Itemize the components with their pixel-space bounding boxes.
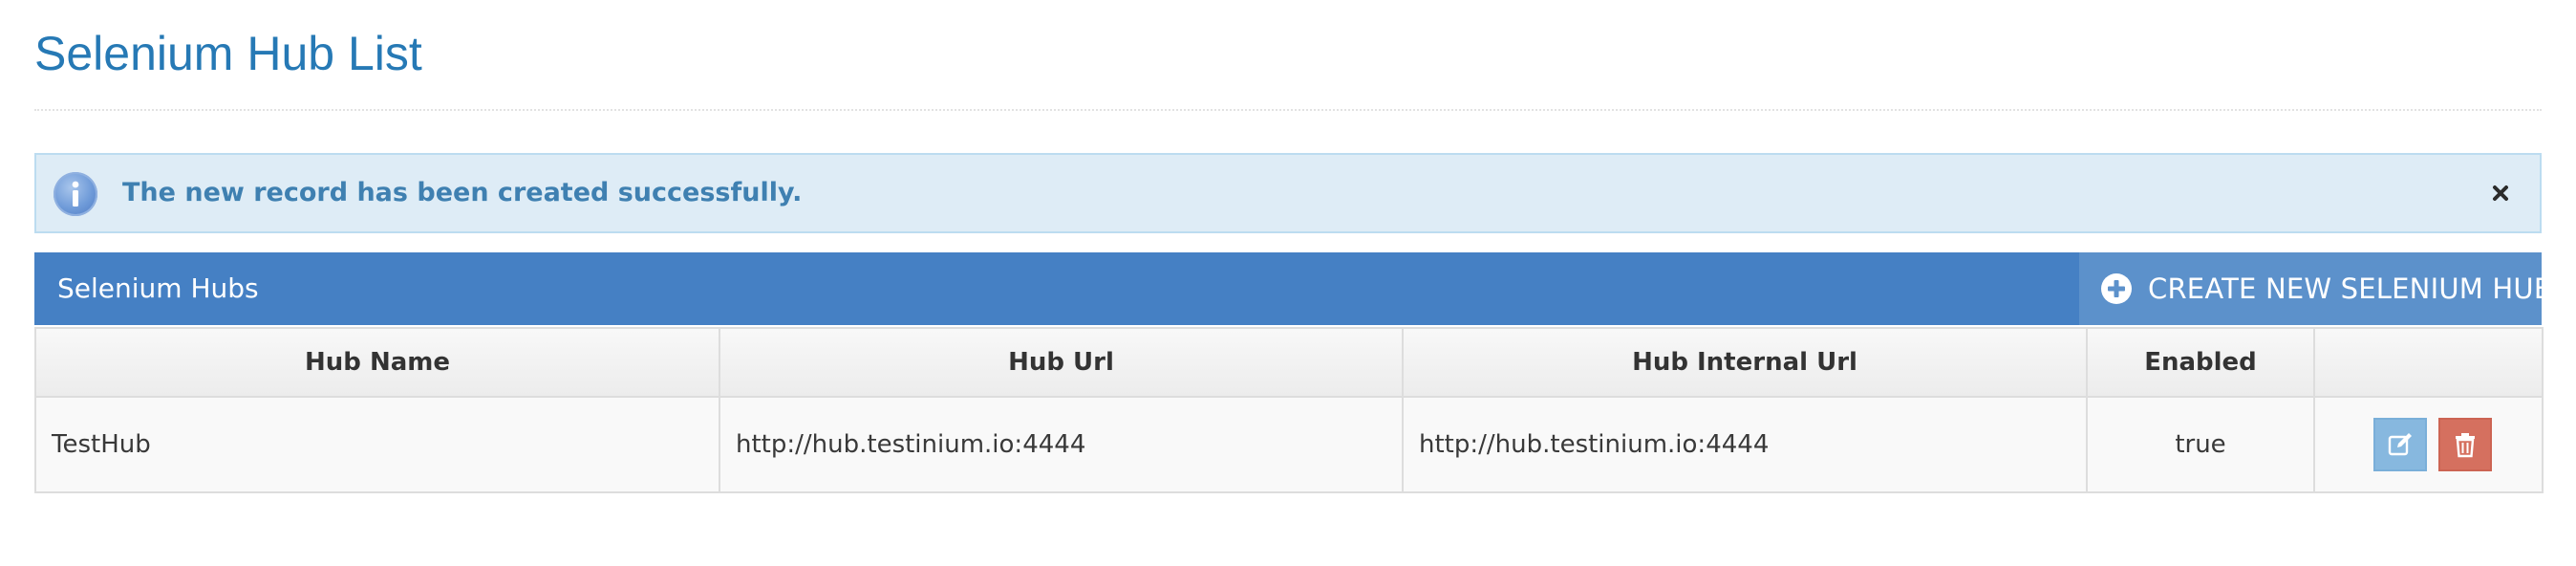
cell-hub-url: http://hub.testinium.io:4444 bbox=[719, 396, 1404, 493]
column-header-actions bbox=[2313, 327, 2544, 398]
cell-enabled: true bbox=[2086, 396, 2315, 493]
cell-hub-name: TestHub bbox=[34, 396, 720, 493]
page-title: Selenium Hub List bbox=[34, 27, 422, 80]
edit-icon bbox=[2388, 433, 2412, 456]
column-header-enabled: Enabled bbox=[2086, 327, 2315, 398]
table-header-row: Hub Name Hub Url Hub Internal Url Enable… bbox=[34, 327, 2544, 398]
success-alert: The new record has been created successf… bbox=[34, 153, 2542, 233]
alert-message: The new record has been created successf… bbox=[122, 178, 803, 207]
table-row: TestHub http://hub.testinium.io:4444 htt… bbox=[34, 396, 2544, 493]
column-header-hub-internal-url: Hub Internal Url bbox=[1402, 327, 2088, 398]
edit-button[interactable] bbox=[2372, 418, 2427, 471]
info-icon bbox=[54, 172, 97, 216]
close-icon[interactable] bbox=[2484, 176, 2517, 210]
page-header: Selenium Hub List bbox=[34, 0, 2542, 111]
trash-icon bbox=[2455, 433, 2475, 458]
plus-circle-icon bbox=[2101, 273, 2132, 304]
create-button-label: CREATE NEW SELENIUM HUB bbox=[2148, 272, 2553, 305]
column-header-hub-name: Hub Name bbox=[34, 327, 720, 398]
create-new-selenium-hub-button[interactable]: CREATE NEW SELENIUM HUB bbox=[2079, 252, 2553, 325]
panel-title: Selenium Hubs bbox=[57, 272, 259, 304]
cell-hub-internal-url: http://hub.testinium.io:4444 bbox=[1402, 396, 2088, 493]
row-actions bbox=[2330, 418, 2526, 471]
column-header-hub-url: Hub Url bbox=[719, 327, 1404, 398]
cell-actions bbox=[2313, 396, 2544, 493]
table-header-bar: Selenium Hubs CREATE NEW SELENIUM HUB bbox=[34, 252, 2553, 325]
hub-table: Hub Name Hub Url Hub Internal Url Enable… bbox=[34, 327, 2544, 493]
delete-button[interactable] bbox=[2437, 418, 2492, 471]
